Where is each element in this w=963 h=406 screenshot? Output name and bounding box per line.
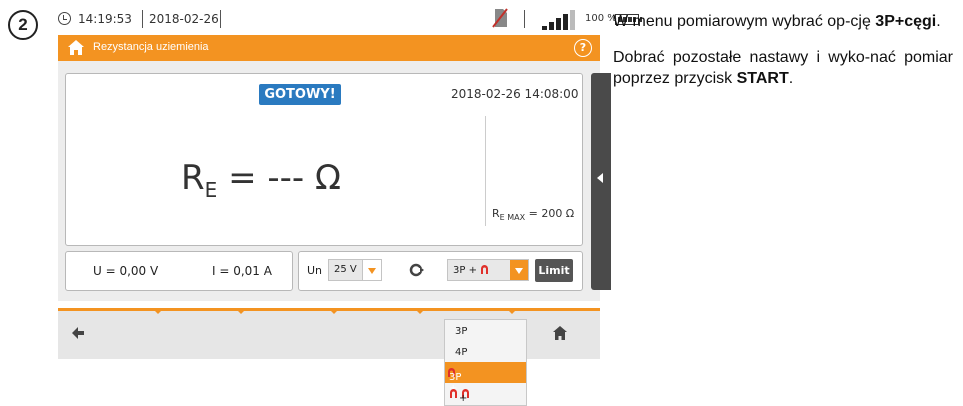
instruction-step-2: Dobrać pozostałe nastawy i wyko-nać pomi…	[613, 49, 953, 87]
status-badge: GOTOWY!	[259, 84, 341, 105]
result-value: RE = --- Ω	[181, 158, 341, 202]
readings-box: U = 0,00 V I = 0,01 A	[65, 251, 293, 291]
status-bar: 14:19:53 2018-02-26 100 %	[58, 6, 642, 34]
settings-box: Un 25 V 3P + Limit	[298, 251, 583, 291]
status-divider	[220, 10, 221, 28]
voltage-reading: U = 0,00 V	[93, 264, 159, 278]
side-panel-toggle[interactable]	[591, 73, 611, 290]
footer-notch	[154, 310, 162, 314]
un-label: Un	[307, 264, 323, 277]
method-option-3p-clamp[interactable]: 3P +	[445, 362, 526, 394]
status-divider	[524, 10, 525, 28]
step-number: 2	[8, 10, 38, 40]
divider	[485, 116, 486, 226]
sd-card-disabled-icon	[492, 8, 508, 28]
method-dropdown-list: 3P 4P 3P + +	[444, 319, 527, 406]
max-resistance: RE MAX = 200 Ω	[492, 207, 575, 223]
status-divider	[142, 10, 143, 28]
method-option-4p[interactable]: 4P	[445, 342, 526, 363]
instructions-text: W menu pomiarowym wybrać op-cję 3P+cęgi.…	[613, 11, 953, 104]
page-title: Rezystancja uziemienia	[93, 41, 209, 53]
measurement-panel: GOTOWY! 2018-02-26 14:08:00 RE = --- Ω R…	[58, 61, 611, 301]
footer-notch	[237, 310, 245, 314]
chevron-down-icon	[510, 260, 528, 280]
method-option-two-clamps[interactable]: +	[445, 383, 526, 404]
clamp-icon	[450, 389, 457, 398]
current-reading: I = 0,01 A	[212, 264, 272, 278]
chevron-down-icon	[362, 260, 381, 280]
footer-notch	[416, 310, 424, 314]
back-arrow-icon[interactable]	[71, 326, 85, 340]
status-date: 2018-02-26	[149, 12, 219, 26]
footer-notch	[330, 310, 338, 314]
clamp-meter-icon	[409, 263, 425, 277]
signal-strength-icon	[542, 10, 578, 30]
method-select[interactable]: 3P +	[447, 259, 529, 281]
result-box: GOTOWY! 2018-02-26 14:08:00 RE = --- Ω R…	[65, 73, 583, 246]
voltage-select[interactable]: 25 V	[328, 259, 382, 281]
chevron-left-icon	[597, 173, 603, 183]
clock-icon	[58, 12, 71, 25]
method-option-3p[interactable]: 3P	[445, 321, 526, 342]
battery-percent: 100 %	[585, 13, 617, 24]
status-time: 14:19:53	[78, 12, 132, 26]
limit-button[interactable]: Limit	[535, 259, 573, 282]
footer-notch	[508, 310, 516, 314]
method-select-value: 3P +	[453, 264, 489, 276]
home-icon[interactable]	[553, 326, 567, 340]
measurement-datetime: 2018-02-26 14:08:00	[451, 87, 579, 101]
instruction-step-1: W menu pomiarowym wybrać op-cję 3P+cęgi.	[613, 13, 941, 30]
clamp-icon	[481, 265, 489, 274]
voltage-select-value: 25 V	[334, 264, 357, 275]
app-header: Rezystancja uziemienia ?	[58, 35, 600, 61]
home-icon[interactable]	[67, 39, 85, 56]
help-icon[interactable]: ?	[574, 39, 592, 57]
